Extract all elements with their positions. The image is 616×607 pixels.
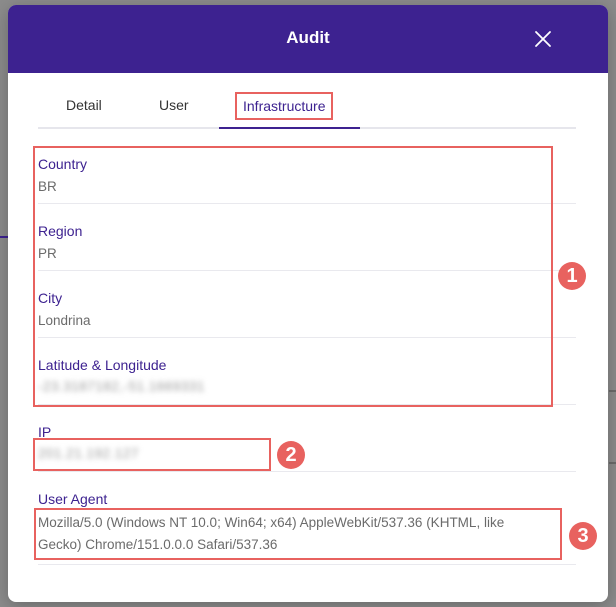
annotation-badge-3: 3 [569,522,597,550]
background-mark [609,462,616,464]
city-value: Londrina [38,313,91,328]
tab-detail[interactable]: Detail [66,97,102,113]
divider [38,471,576,472]
latlng-label: Latitude & Longitude [38,357,167,373]
user-agent-label: User Agent [38,491,108,507]
latlng-value: -23.3187182,-51.1669331 [38,379,205,394]
region-label: Region [38,223,83,239]
tab-user[interactable]: User [159,97,189,113]
country-label: Country [38,156,88,172]
ip-value: 201.21.192.127 [38,446,139,461]
ip-label: IP [38,424,52,440]
tab-infrastructure[interactable]: Infrastructure [235,92,334,120]
annotation-badge-2: 2 [277,441,305,469]
city-label: City [38,290,63,306]
close-button[interactable] [530,26,556,52]
country-value: BR [38,179,57,194]
tab-bar: Detail User Infrastructure [38,73,576,129]
divider [38,270,576,271]
background-mark [609,390,616,392]
user-agent-value: Mozilla/5.0 (Windows NT 10.0; Win64; x64… [38,515,505,552]
divider [38,404,576,405]
audit-modal: Audit Detail User Infrastructure Country… [8,5,608,602]
modal-header: Audit [8,5,608,73]
active-tab-indicator [219,127,360,129]
close-icon [535,31,551,47]
region-value: PR [38,246,57,261]
divider [38,203,576,204]
annotation-badge-1: 1 [558,262,586,290]
divider [38,337,576,338]
divider [38,564,576,565]
modal-title: Audit [286,28,330,47]
